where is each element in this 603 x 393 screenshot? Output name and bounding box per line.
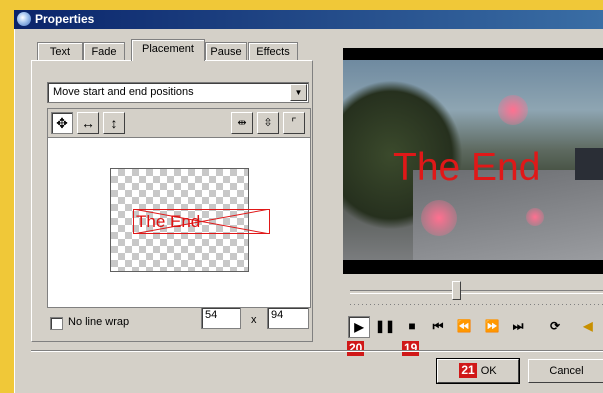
y-position-value: 94: [271, 309, 284, 321]
mode-select[interactable]: Move start and end positions ▼: [47, 82, 309, 103]
corner-align-icon[interactable]: ⌜: [283, 112, 305, 134]
slider-ticks: [350, 304, 603, 305]
cancel-button[interactable]: Cancel: [528, 359, 603, 383]
video-overlay-text: The End: [393, 146, 541, 189]
ok-button-label: OK: [480, 365, 497, 377]
volume-icon[interactable]: ◀: [578, 316, 598, 336]
vertical-move-icon[interactable]: ↕: [103, 112, 125, 134]
ok-button[interactable]: 21 OK: [436, 358, 520, 384]
lens-flare: [526, 208, 544, 226]
skip-end-icon[interactable]: ⏭: [508, 316, 528, 336]
tab-placement[interactable]: Placement: [131, 39, 205, 61]
pause-icon[interactable]: ❚❚: [375, 316, 395, 336]
app-icon: [17, 12, 31, 26]
placement-toolbar: ✥ ↔ ↕ ⇹ ⇳ ⌜: [48, 109, 310, 138]
center-vertical-icon[interactable]: ⇳: [257, 112, 279, 134]
lens-flare: [498, 95, 528, 125]
chevron-down-icon[interactable]: ▼: [290, 84, 307, 101]
stop-icon[interactable]: ■: [402, 316, 422, 336]
x-position-value: 54: [205, 309, 218, 321]
play-icon[interactable]: ▶: [348, 316, 370, 338]
position-slider-track[interactable]: [350, 290, 603, 294]
no-line-wrap-checkbox[interactable]: [50, 317, 63, 330]
title-bar: Properties: [14, 10, 603, 29]
window-title: Properties: [35, 12, 95, 26]
x-position-field[interactable]: 54: [201, 307, 241, 329]
times-label: x: [251, 314, 257, 326]
callout-play: 20: [347, 341, 365, 356]
divider: [31, 350, 603, 352]
video-scene-car: [575, 148, 603, 180]
move-icon[interactable]: ✥: [51, 112, 73, 134]
loop-icon[interactable]: ⟳: [545, 316, 565, 336]
callout-ok: 21: [459, 363, 477, 378]
callout-stop: 19: [402, 341, 420, 356]
no-line-wrap-label: No line wrap: [68, 316, 130, 328]
tab-fade[interactable]: Fade: [83, 42, 125, 61]
fast-forward-icon[interactable]: ⏩: [482, 316, 502, 336]
rewind-icon[interactable]: ⏪: [454, 316, 474, 336]
horizontal-move-icon[interactable]: ↔: [77, 112, 99, 134]
skip-start-icon[interactable]: ⏮: [428, 316, 448, 336]
lens-flare: [421, 200, 457, 236]
position-slider-thumb[interactable]: [452, 281, 461, 300]
mode-select-value: Move start and end positions: [53, 86, 194, 98]
tab-pause[interactable]: Pause: [205, 42, 247, 61]
tab-effects[interactable]: Effects: [248, 42, 298, 61]
preview-text: The End: [136, 212, 201, 231]
tab-text[interactable]: Text: [37, 42, 83, 61]
center-horizontal-icon[interactable]: ⇹: [231, 112, 253, 134]
y-position-field[interactable]: 94: [267, 307, 309, 329]
